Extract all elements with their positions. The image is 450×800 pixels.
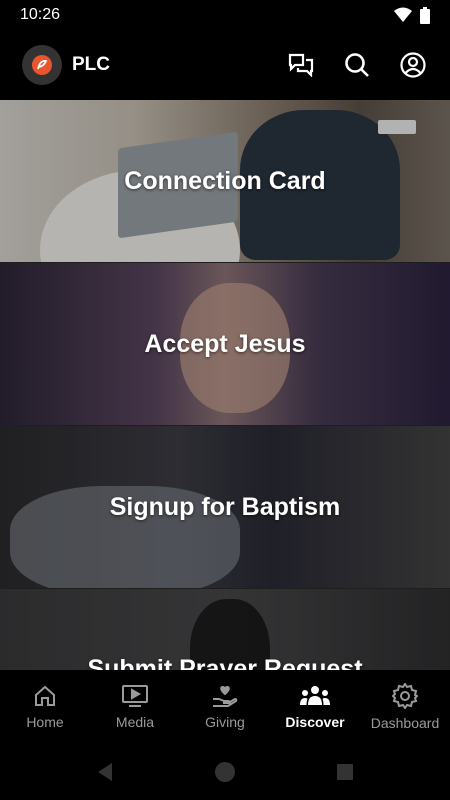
- card-label: Signup for Baptism: [109, 492, 341, 521]
- baptism-signup-tile[interactable]: Signup for Baptism: [0, 426, 450, 589]
- account-icon: [400, 52, 426, 78]
- giving-icon: [213, 685, 238, 707]
- nav-home[interactable]: Home: [0, 670, 90, 744]
- nav-media[interactable]: Media: [90, 670, 180, 744]
- card-label: Connection Card: [124, 166, 326, 195]
- status-icons: [394, 6, 430, 24]
- nav-label: Media: [115, 714, 155, 730]
- nav-label: Discover: [285, 714, 345, 730]
- search-icon: [345, 53, 369, 77]
- nav-label: Home: [26, 714, 64, 730]
- connection-card-tile[interactable]: Connection Card: [0, 100, 450, 263]
- logo-icon: [32, 55, 52, 75]
- prayer-request-tile[interactable]: Submit Prayer Request: [0, 589, 450, 670]
- app-name: PLC: [72, 54, 110, 75]
- chat-button[interactable]: [286, 50, 316, 80]
- nav-dashboard[interactable]: Dashboard: [360, 670, 450, 744]
- system-nav: [0, 744, 450, 800]
- card-label: Submit Prayer Request: [87, 655, 363, 670]
- accept-jesus-tile[interactable]: Accept Jesus: [0, 263, 450, 426]
- card-label: Accept Jesus: [144, 329, 306, 358]
- profile-button[interactable]: [398, 50, 428, 80]
- home-circle-icon[interactable]: [214, 761, 236, 783]
- status-bar: 10:26: [0, 0, 450, 30]
- nav-label: Dashboard: [370, 715, 440, 731]
- discover-icon: [300, 686, 330, 705]
- chat-icon: [288, 53, 314, 77]
- nav-label: Giving: [205, 714, 245, 730]
- battery-icon: [420, 6, 430, 24]
- gear-icon: [392, 683, 418, 709]
- home-icon: [35, 685, 55, 706]
- nav-giving[interactable]: Giving: [180, 670, 270, 744]
- app-logo[interactable]: [22, 45, 62, 85]
- bottom-nav: Home Media Giving Discover Dashboard: [0, 670, 450, 744]
- search-button[interactable]: [342, 50, 372, 80]
- media-icon: [122, 685, 148, 707]
- back-icon[interactable]: [96, 762, 114, 782]
- nav-discover[interactable]: Discover: [270, 670, 360, 744]
- recents-icon[interactable]: [336, 763, 354, 781]
- discover-list[interactable]: Connection Card Accept Jesus Signup for …: [0, 100, 450, 670]
- app-header: PLC: [0, 30, 450, 100]
- header-actions: [286, 50, 428, 80]
- status-time: 10:26: [20, 6, 61, 23]
- wifi-icon: [394, 7, 412, 22]
